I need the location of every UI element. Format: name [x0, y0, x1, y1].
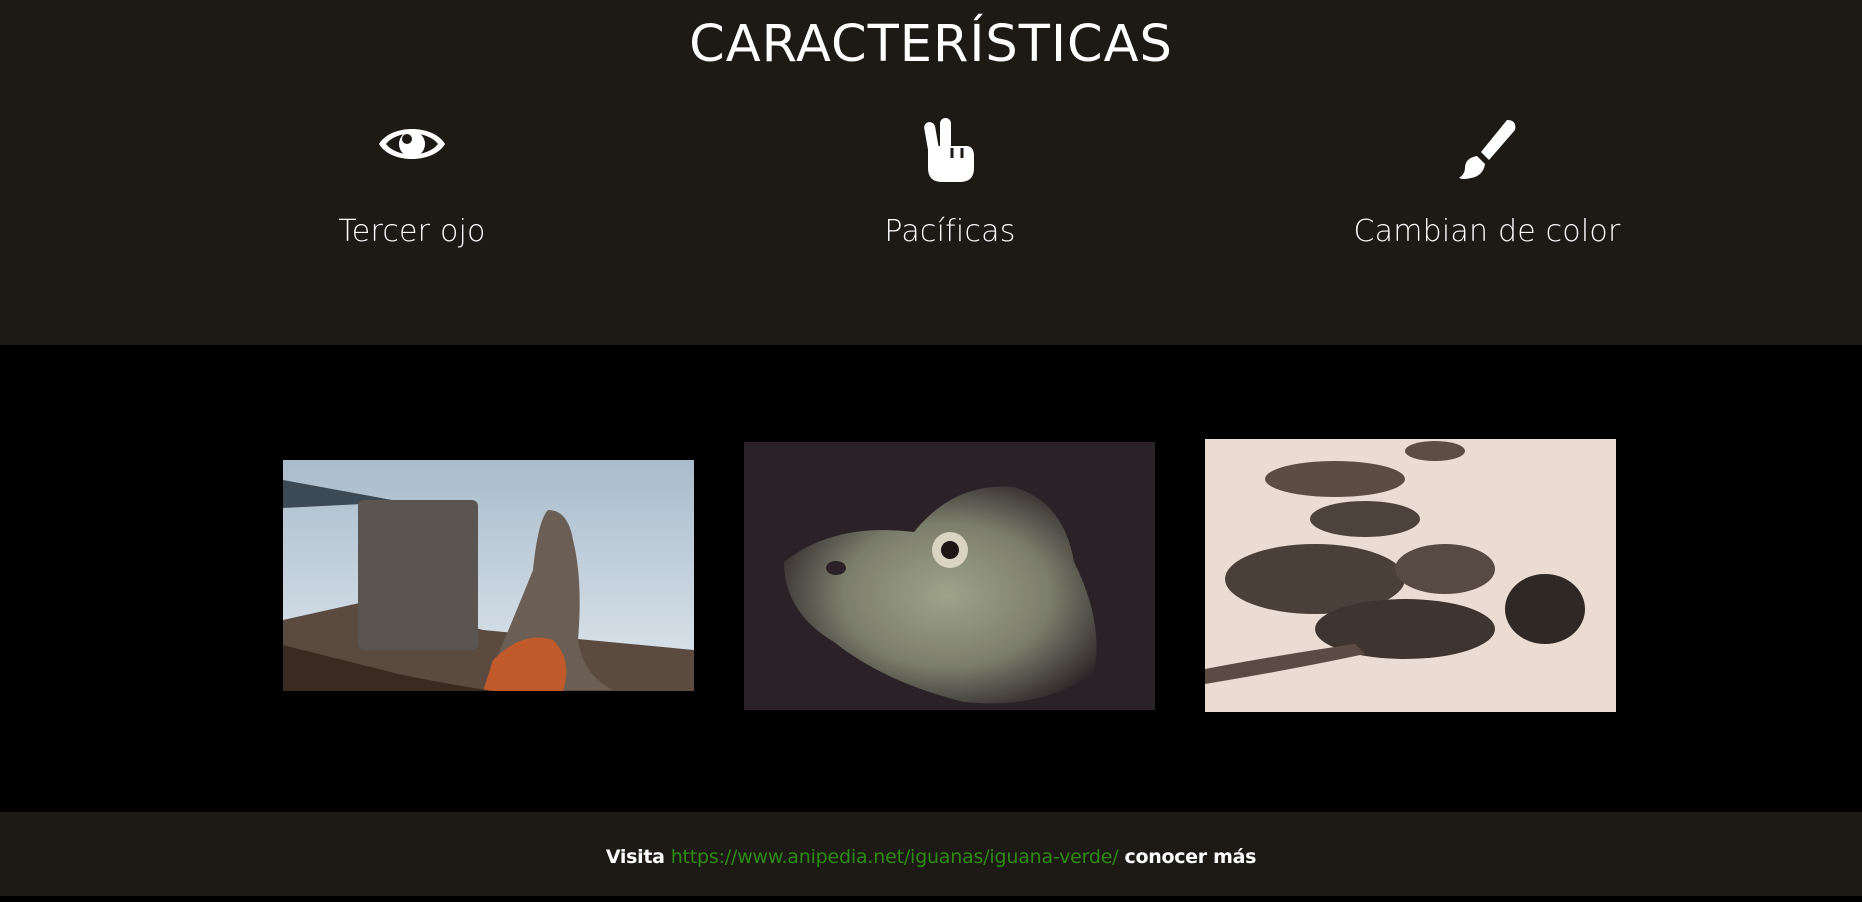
feature-label-cambian-de-color: Cambian de color [1353, 214, 1621, 249]
feature-tercer-ojo: Tercer ojo [202, 118, 622, 252]
iguana-head-closeup-photo [744, 442, 1155, 710]
feature-label-tercer-ojo: Tercer ojo [338, 214, 486, 249]
features-section: CARACTERÍSTICAS Tercer ojo Pacíficas Cam… [0, 0, 1862, 345]
peace-hand-icon [740, 118, 1160, 190]
paint-brush-icon [1277, 118, 1697, 190]
footer-prefix: Visita [605, 846, 665, 868]
anipedia-link[interactable]: https://www.anipedia.net/iguanas/iguana-… [671, 846, 1119, 868]
iguanas-on-sand-photo [1205, 439, 1616, 712]
feature-pacificas: Pacíficas [740, 118, 1160, 252]
footer: Visita https://www.anipedia.net/iguanas/… [0, 812, 1862, 896]
gallery-section [0, 345, 1862, 812]
iguana-by-water-photo [283, 460, 694, 691]
eye-icon [202, 118, 622, 190]
feature-label-pacificas: Pacíficas [884, 214, 1016, 249]
feature-cambian-de-color: Cambian de color [1277, 118, 1697, 252]
footer-suffix: conocer más [1124, 846, 1257, 868]
features-title: CARACTERÍSTICAS [689, 15, 1173, 74]
